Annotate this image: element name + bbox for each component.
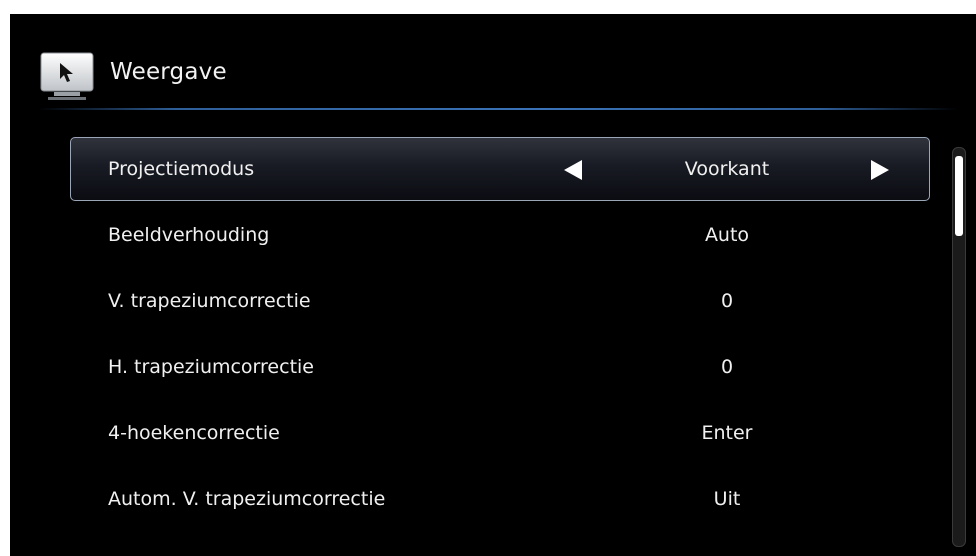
scrollbar[interactable] xyxy=(952,147,966,547)
menu-item-value: Uit xyxy=(713,488,741,510)
menu-item-4-hoekencorrectie[interactable]: 4-hoekencorrectie Enter xyxy=(70,401,930,467)
menu-item-label: Autom. V. trapeziumcorrectie xyxy=(108,488,386,510)
arrow-left-icon[interactable] xyxy=(564,160,582,180)
menu-item-value: Auto xyxy=(704,224,750,246)
menu-item-label: H. trapeziumcorrectie xyxy=(108,356,314,378)
menu-item-value: Enter xyxy=(701,422,753,444)
menu-item-value: 0 xyxy=(720,356,734,378)
menu-list: Projectiemodus Voorkant Beeldverhouding … xyxy=(70,137,930,533)
arrow-right-icon[interactable] xyxy=(871,160,889,180)
menu-item-h-trapeziumcorrectie[interactable]: H. trapeziumcorrectie 0 xyxy=(70,335,930,401)
display-settings-icon xyxy=(40,52,94,100)
menu-item-beeldverhouding[interactable]: Beeldverhouding Auto xyxy=(70,203,930,269)
menu-item-value: Voorkant xyxy=(684,158,770,180)
menu-item-label: 4-hoekencorrectie xyxy=(108,422,280,444)
menu-title: Weergave xyxy=(110,59,227,85)
menu-header: Weergave xyxy=(10,14,976,114)
menu-item-value: 0 xyxy=(720,290,734,312)
menu-item-label: Projectiemodus xyxy=(108,158,255,180)
menu-item-projectiemodus[interactable]: Projectiemodus Voorkant xyxy=(70,137,930,201)
scrollbar-thumb[interactable] xyxy=(955,156,963,236)
menu-item-autom-v-trapeziumcorrectie[interactable]: Autom. V. trapeziumcorrectie Uit xyxy=(70,467,930,533)
menu-item-label: V. trapeziumcorrectie xyxy=(108,290,311,312)
menu-item-label: Beeldverhouding xyxy=(108,224,270,246)
header-divider xyxy=(38,108,958,110)
osd-screen: Weergave Projectiemodus Voorkant Beeldve… xyxy=(10,14,976,556)
menu-item-v-trapeziumcorrectie[interactable]: V. trapeziumcorrectie 0 xyxy=(70,269,930,335)
